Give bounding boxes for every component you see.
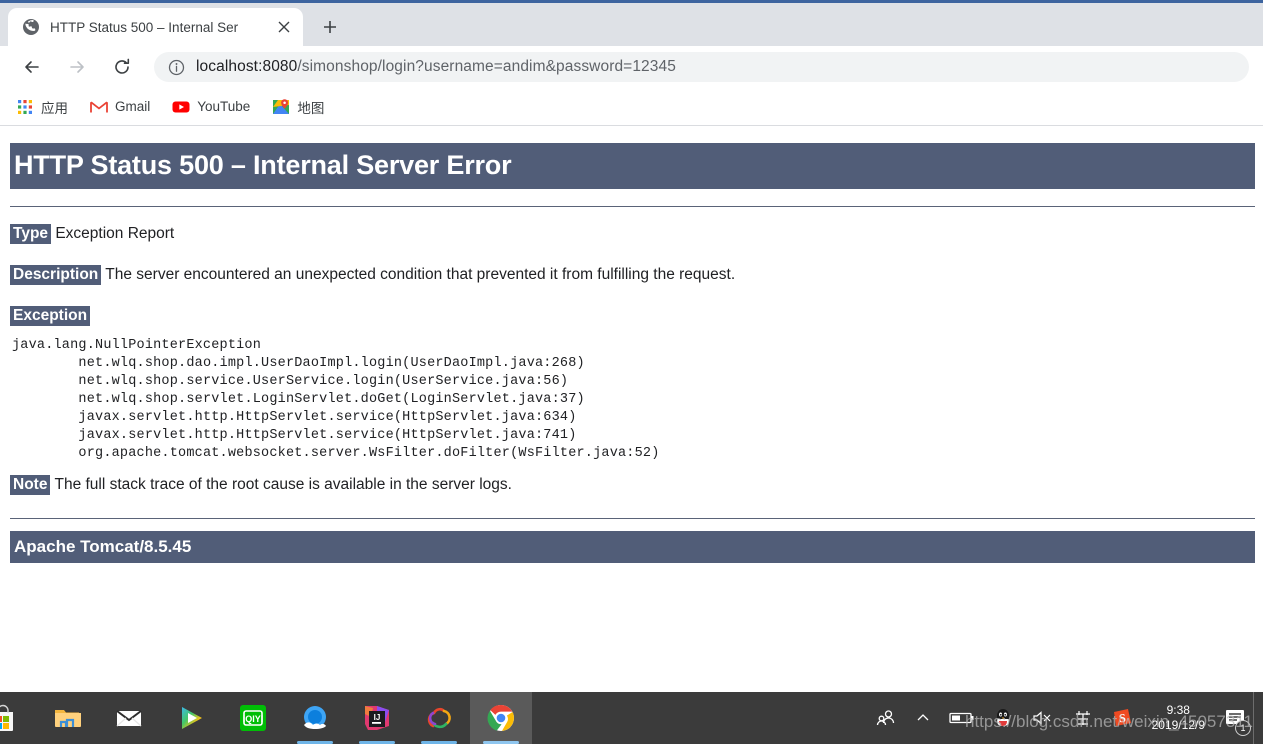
note-line: Note The full stack trace of the root ca… — [10, 471, 1255, 500]
browser-tab[interactable]: HTTP Status 500 – Internal Ser — [8, 8, 303, 46]
description-line: Description The server encountered an un… — [10, 261, 1255, 290]
globe-favicon — [22, 18, 40, 36]
media-player-icon — [176, 703, 206, 733]
taskbar-apps: iQIYI IJ — [0, 692, 532, 744]
taskbar-item-intellij-idea[interactable]: IJ — [346, 692, 408, 744]
page-content: HTTP Status 500 – Internal Server Error … — [0, 127, 1263, 692]
google-maps-icon — [272, 98, 290, 116]
windows-taskbar: iQIYI IJ S 9:38 2019/12/9 1 — [0, 692, 1263, 744]
taskbar-item-qq-browser[interactable] — [284, 692, 346, 744]
page-info-icon[interactable] — [168, 59, 185, 76]
exception-label: Exception — [10, 306, 91, 327]
qq-penguin-icon[interactable] — [984, 692, 1022, 744]
url-path: /simonshop/login?username=andim&password… — [297, 58, 676, 75]
taskbar-item-iqiyi[interactable]: iQIYI — [222, 692, 284, 744]
url-text: localhost:8080/simonshop/login?username=… — [196, 58, 676, 76]
navicat-icon — [424, 703, 454, 733]
bookmark-label: 地图 — [297, 100, 325, 116]
back-icon[interactable] — [16, 51, 48, 83]
show-desktop-button[interactable] — [1253, 692, 1261, 744]
intellij-idea-icon: IJ — [362, 703, 392, 733]
file-explorer-icon — [52, 703, 82, 733]
chevron-up-icon[interactable] — [906, 692, 940, 744]
reload-icon[interactable] — [106, 51, 138, 83]
sogou-input-icon[interactable]: S — [1102, 692, 1142, 744]
notification-badge: 1 — [1235, 720, 1251, 736]
description-value: The server encountered an unexpected con… — [105, 266, 736, 284]
address-bar[interactable]: localhost:8080/simonshop/login?username=… — [154, 52, 1249, 82]
clock-date: 2019/12/9 — [1151, 718, 1205, 732]
tab-strip: HTTP Status 500 – Internal Ser — [0, 0, 1263, 46]
bookmark-youtube[interactable]: YouTube — [172, 98, 250, 116]
clock[interactable]: 9:38 2019/12/9 — [1142, 692, 1217, 744]
exception-line: Exception — [10, 302, 1255, 331]
bookmarks-bar: 应用 Gmail YouTube 地图 — [0, 88, 1263, 126]
bookmark-label: YouTube — [197, 99, 251, 114]
youtube-icon — [172, 98, 190, 116]
server-version-banner: Apache Tomcat/8.5.45 — [10, 530, 1255, 564]
people-icon[interactable] — [866, 692, 906, 744]
taskbar-item-mail[interactable] — [98, 692, 160, 744]
apps-grid-icon — [16, 98, 34, 116]
taskbar-item-google-chrome[interactable] — [470, 692, 532, 744]
new-tab-button[interactable] — [315, 12, 345, 42]
ime-chinese-icon[interactable] — [1064, 692, 1102, 744]
note-label: Note — [10, 475, 51, 495]
url-host: localhost:8080 — [196, 58, 298, 75]
stack-trace: java.lang.NullPointerException net.wlq.s… — [12, 338, 660, 461]
divider — [10, 206, 1255, 208]
description-label: Description — [10, 265, 102, 286]
clock-time: 9:38 — [1166, 703, 1190, 717]
divider-footer — [10, 517, 1255, 519]
gmail-icon — [90, 98, 108, 116]
taskbar-item-file-explorer[interactable] — [36, 692, 98, 744]
battery-icon[interactable] — [940, 692, 984, 744]
microsoft-store-icon — [0, 703, 18, 733]
browser-toolbar: localhost:8080/simonshop/login?username=… — [0, 46, 1263, 88]
bookmark-label: Gmail — [115, 99, 151, 114]
svg-text:IJ: IJ — [374, 713, 381, 722]
google-chrome-icon — [486, 703, 516, 733]
type-value: Exception Report — [55, 225, 175, 243]
type-label: Type — [10, 224, 52, 245]
action-center-icon[interactable]: 1 — [1217, 692, 1253, 744]
page-title: HTTP Status 500 – Internal Server Error — [10, 143, 1255, 190]
close-icon[interactable] — [273, 16, 295, 38]
browser-window: HTTP Status 500 – Internal Ser localhost… — [0, 0, 1263, 692]
tab-title: HTTP Status 500 – Internal Ser — [50, 19, 239, 35]
qq-browser-icon — [300, 703, 330, 733]
type-line: Type Exception Report — [10, 220, 1255, 249]
bookmark-gmail[interactable]: Gmail — [90, 98, 150, 116]
bookmark-apps[interactable]: 应用 — [16, 97, 68, 117]
bookmark-maps[interactable]: 地图 — [272, 97, 324, 117]
forward-icon[interactable] — [61, 51, 93, 83]
bookmark-label: 应用 — [41, 100, 68, 116]
svg-text:iQIYI: iQIYI — [243, 714, 264, 724]
taskbar-item-microsoft-store[interactable] — [0, 692, 36, 744]
taskbar-item-navicat[interactable] — [408, 692, 470, 744]
volume-muted-icon[interactable] — [1022, 692, 1064, 744]
mail-icon — [114, 703, 144, 733]
note-value: The full stack trace of the root cause i… — [54, 476, 512, 493]
iqiyi-icon: iQIYI — [238, 703, 268, 733]
system-tray: S 9:38 2019/12/9 1 — [866, 692, 1263, 744]
taskbar-item-media-player[interactable] — [160, 692, 222, 744]
